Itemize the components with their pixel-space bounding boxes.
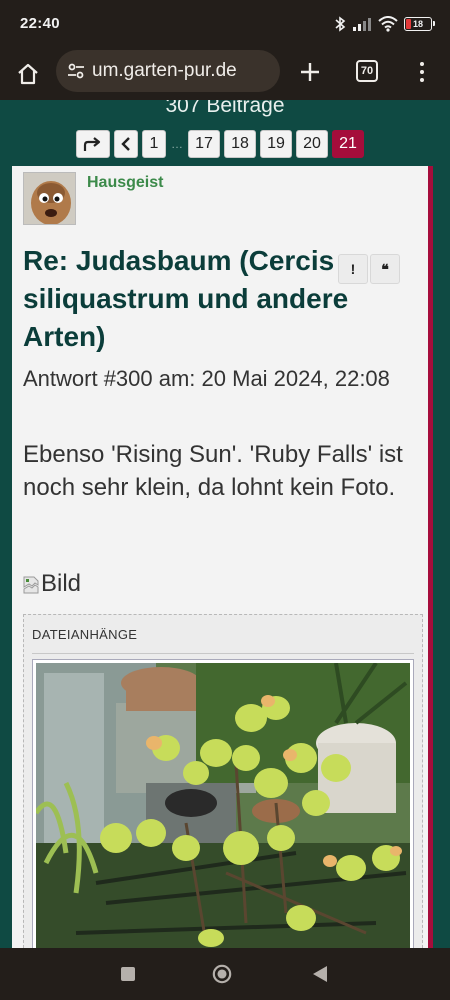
post-actions: ! ❝ [338, 254, 400, 284]
status-time: 22:40 [20, 15, 60, 32]
forum-page: 307 Beiträge 1 … 17 18 19 20 21 Hausgeis… [0, 100, 450, 948]
page-link[interactable]: 20 [296, 130, 328, 158]
bluetooth-icon [334, 16, 346, 32]
post-meta: Antwort #300 am: 20 Mai 2024, 22:08 [23, 366, 390, 391]
tab-count: 70 [360, 65, 374, 77]
home-nav-icon[interactable] [212, 964, 232, 984]
battery-icon: 18 [404, 17, 435, 31]
wifi-icon [378, 16, 398, 32]
broken-image-alt: Bild [41, 570, 82, 597]
username[interactable]: Hausgeist [87, 174, 163, 192]
tab-switcher-icon[interactable]: 70 [356, 60, 378, 82]
address-bar[interactable]: um.garten-pur.de [56, 50, 280, 92]
report-button[interactable]: ! [338, 254, 368, 284]
pagination: 1 … 17 18 19 20 21 [76, 130, 368, 158]
attachment-image[interactable] [32, 659, 414, 948]
url-text: um.garten-pur.de [92, 60, 237, 81]
status-icons: 18 [334, 14, 435, 34]
back-icon[interactable] [310, 964, 330, 984]
page-link-first[interactable]: 1 [142, 130, 166, 158]
recents-icon[interactable] [118, 964, 138, 984]
quote-button[interactable]: ❝ [370, 254, 400, 284]
signal-icon [352, 17, 372, 31]
page-link[interactable]: 18 [224, 130, 256, 158]
chevron-left-icon[interactable] [114, 130, 138, 158]
browser-toolbar: um.garten-pur.de 70 [0, 48, 450, 100]
post-body: Ebenso 'Rising Sun'. 'Ruby Falls' ist no… [23, 441, 403, 501]
system-nav-bar [0, 948, 450, 1000]
attachments-box: DATEIANHÄNGE [23, 614, 423, 948]
battery-level: 18 [412, 19, 423, 29]
broken-image: Bild [23, 570, 81, 598]
status-bar: 22:40 18 [0, 0, 450, 48]
attachments-divider [32, 653, 414, 654]
home-icon[interactable] [14, 60, 42, 88]
broken-image-icon [23, 576, 39, 594]
jump-arrow-icon[interactable] [76, 130, 110, 158]
attachment-photo [36, 663, 410, 948]
site-settings-icon[interactable] [66, 61, 86, 81]
post-count: 307 Beiträge [165, 100, 285, 117]
page-link[interactable]: 17 [188, 130, 220, 158]
avatar[interactable] [23, 172, 76, 225]
new-tab-icon[interactable] [296, 58, 324, 86]
post-card: Hausgeist Re: Judasbaum (Cercis siliquas… [12, 166, 433, 948]
pagination-ellipsis: … [171, 137, 183, 151]
page-link-current: 21 [332, 130, 364, 158]
page-link[interactable]: 19 [260, 130, 292, 158]
menu-icon[interactable] [414, 58, 430, 86]
attachments-header: DATEIANHÄNGE [32, 627, 138, 642]
